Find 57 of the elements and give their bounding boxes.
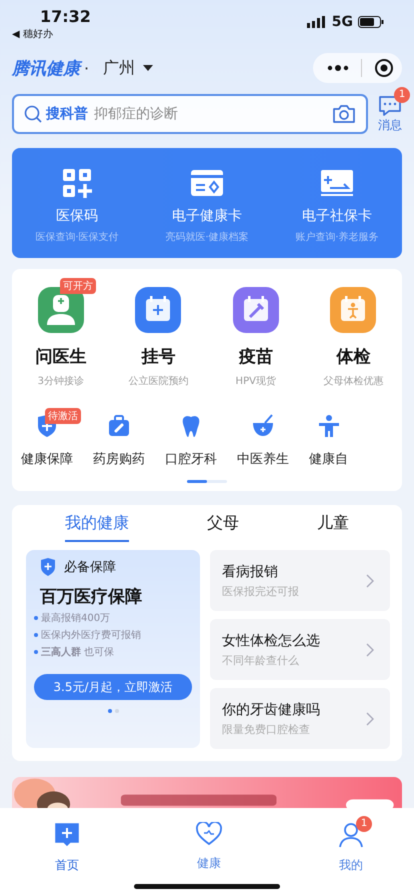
messages-button[interactable]: 消息 1 xyxy=(378,86,410,134)
article-item[interactable]: 你的牙齿健康吗 限量免费口腔检查 xyxy=(210,688,390,749)
id-card-icon xyxy=(320,168,354,198)
person-icon xyxy=(316,414,340,438)
close-icon[interactable] xyxy=(374,58,394,78)
service-button[interactable]: 电子健康卡 亮码就医·健康档案 xyxy=(142,148,272,258)
chevron-right-icon xyxy=(366,712,374,726)
card-icon xyxy=(190,168,224,198)
service-button[interactable]: 疫苗 HPV现货 xyxy=(207,278,304,388)
promo-point: 三高人群也可保 xyxy=(34,645,192,659)
chevron-right-icon xyxy=(366,642,374,656)
page-dots xyxy=(108,709,118,713)
separator-dot: · xyxy=(84,58,90,78)
promo-point: 最高报销400万 xyxy=(34,611,192,625)
promo-title: 百万医疗保障 xyxy=(39,586,143,608)
notification-badge: 1 xyxy=(394,86,410,102)
status-time: 17:32 xyxy=(40,7,91,26)
article-item[interactable]: 看病报销 医保报完还可报 xyxy=(210,550,390,611)
signal-icon xyxy=(306,16,327,28)
promo-tag: 必备保障 xyxy=(64,558,116,576)
search-keyword: 搜科普 xyxy=(46,105,88,123)
health-tab[interactable]: 儿童 xyxy=(317,513,349,542)
scroll-indicator xyxy=(187,480,227,483)
shortcut-badge: 待激活 xyxy=(45,408,81,424)
service-button[interactable]: 电子社保卡 账户查询·养老服务 xyxy=(272,148,402,258)
caret-icon xyxy=(143,65,154,71)
battery-icon xyxy=(358,16,384,28)
camera-icon[interactable] xyxy=(332,104,356,124)
more-icon[interactable] xyxy=(327,64,349,72)
service-button[interactable]: 体检 父母体检优惠 xyxy=(304,278,402,388)
activate-button[interactable]: 3.5元/月起，立即激活 xyxy=(34,674,192,700)
service-button[interactable]: 医保码 医保查询·医保支付 xyxy=(12,148,142,258)
mortar-icon xyxy=(251,414,275,438)
network-label: 5G xyxy=(332,14,353,30)
notification-badge: 1 xyxy=(356,816,372,832)
service-button[interactable]: 可开方 问医生 3分钟接诊 xyxy=(12,278,110,388)
service-button[interactable]: 挂号 公立医院预约 xyxy=(110,278,207,388)
tab-bar-item[interactable]: 1 我的 xyxy=(328,816,374,878)
qr-code-icon xyxy=(60,168,94,198)
city-selector[interactable]: 广州 xyxy=(103,58,154,78)
chevron-right-icon xyxy=(366,574,374,588)
shield-icon xyxy=(40,558,56,576)
search-icon xyxy=(24,105,42,123)
tab-bar-item[interactable]: 首页 xyxy=(44,816,90,878)
medicine-kit-icon xyxy=(107,414,131,438)
insurance-promo-card[interactable]: 必备保障 百万医疗保障 最高报销400万 医保内外医疗费可报销 三高人群也可保 3.5元/月起，立即激活 xyxy=(26,550,200,748)
health-tab[interactable]: 我的健康 xyxy=(65,513,129,542)
brand-title: 腾讯健康 xyxy=(12,56,80,80)
search-field[interactable]: 搜科普 抑郁症的诊断 xyxy=(12,94,368,134)
tab-bar-item[interactable]: 健康 xyxy=(186,816,232,876)
promo-point: 医保内外医疗费可报销 xyxy=(34,628,192,642)
search-input[interactable]: 抑郁症的诊断 xyxy=(92,105,328,123)
chat-icon xyxy=(378,94,402,116)
health-tab[interactable]: 父母 xyxy=(207,513,239,542)
article-item[interactable]: 女性体检怎么选 不同年龄查什么 xyxy=(210,619,390,680)
back-link[interactable]: ◀ 穗好办 xyxy=(12,27,91,41)
service-badge: 可开方 xyxy=(60,278,96,294)
